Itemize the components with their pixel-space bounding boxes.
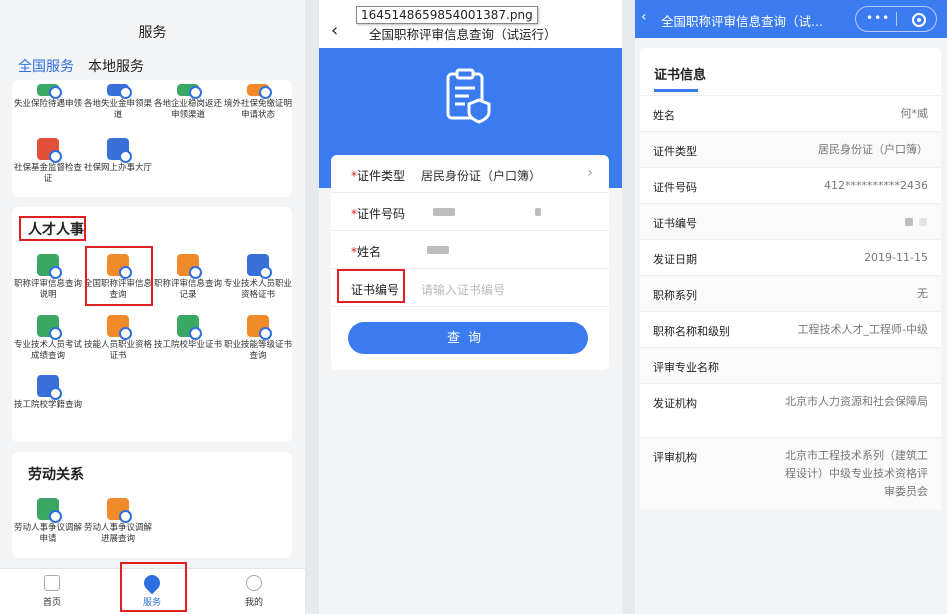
diploma-icon (177, 315, 202, 340)
name-row[interactable]: *姓名 (331, 231, 609, 269)
talent-personnel-card: 人才人事 职称评审信息查询说明 全国职称评审信息查询 职称评审信息查询记录 专业… (12, 207, 292, 442)
grid-item-skill-level-cert[interactable]: 职业技能等级证书查询 (224, 315, 292, 362)
unemployment-icon (37, 84, 62, 99)
grid-item-title-query-guide[interactable]: 职称评审信息查询说明 (14, 254, 82, 301)
tab-certificate-info[interactable]: 证书信息 (654, 64, 706, 83)
page-title: 全国职称评审信息查询（试... (661, 14, 823, 29)
grid-item-unemployment-benefit[interactable]: 失业保险待遇申领 (14, 84, 82, 110)
grid-item-online-hall[interactable]: 社保网上办事大厅 (84, 138, 152, 174)
back-arrow-icon[interactable]: ‹ (331, 20, 338, 41)
redacted-name (427, 246, 449, 254)
enrollment-icon (37, 375, 62, 400)
shield-doc-icon (247, 254, 272, 279)
grid-item-skill-cert[interactable]: 技能人员职业资格证书 (84, 315, 152, 362)
grid-item-school-enrollment[interactable]: 技工院校学籍查询 (14, 375, 82, 411)
social-security-card: 失业保险待遇申领 各地失业金申领渠道 各地企业稳岗返还申领渠道 境外社保免缴证明… (12, 80, 292, 197)
grid-item-fund-supervision[interactable]: 社保基金监督检查证 (14, 138, 82, 185)
query-form: *证件类型 居民身份证（户口簿） › *证件号码 *姓名 证书编号 请输入证书编… (331, 155, 609, 370)
redacted-cert-number (905, 218, 913, 226)
highlight-box-services-nav (120, 562, 187, 612)
exam-icon (37, 315, 62, 340)
filename-tooltip: 1645148659854001387.png (356, 6, 538, 24)
header: ‹ 全国职称评审信息查询（试... ••• (635, 0, 947, 38)
chevron-right-icon: › (587, 165, 593, 181)
grid-item-mediation-progress[interactable]: 劳动人事争议调解进展查询 (84, 498, 152, 545)
more-icon[interactable]: ••• (866, 11, 890, 25)
header: ‹ 全国职称评审信息查询（试运行） 1645148659854001387.pn… (319, 0, 622, 48)
info-row: 评审专业名称 (640, 347, 941, 383)
redacted-id-number-tail (535, 208, 541, 216)
info-row: 姓名 何*威 (640, 95, 941, 131)
certificate-info-card: 证书信息 姓名 何*威 证件类型 居民身份证（户口簿） 证件号码 412****… (640, 48, 941, 510)
person-icon (37, 254, 62, 279)
page-title: 全国职称评审信息查询（试运行） (369, 27, 557, 42)
labor-relations-card: 劳动关系 劳动人事争议调解申请 劳动人事争议调解进展查询 (12, 452, 292, 558)
info-row: 职称名称和级别 工程技术人才_工程师-中级 (640, 311, 941, 347)
redacted-id-number (433, 208, 455, 216)
id-type-label: 证件类型 (357, 169, 406, 183)
info-row: 证件类型 居民身份证（户口簿） (640, 131, 941, 167)
record-icon (177, 254, 202, 279)
grid-item-overseas-exemption[interactable]: 境外社保免缴证明申请状态 (224, 84, 292, 121)
exemption-icon (247, 84, 272, 99)
level-cert-icon (247, 315, 272, 340)
grid-item-technical-school-diploma[interactable]: 技工院校毕业证书 (154, 315, 222, 351)
mini-program-capsule: ••• (855, 6, 937, 32)
highlight-box-national-title-query (85, 246, 153, 306)
query-button[interactable]: 查询 (348, 322, 588, 354)
name-label: 姓名 (357, 245, 382, 259)
tab-national-services[interactable]: 全国服务 (18, 56, 74, 82)
services-screen: 服务 全国服务 本地服务 失业保险待遇申领 各地失业金申领渠道 各地企业稳岗返还… (0, 0, 305, 614)
redacted-cert-number-tail (919, 218, 927, 226)
tab-local-services[interactable]: 本地服务 (88, 56, 144, 82)
highlight-box-talent (19, 216, 86, 241)
info-row: 证书编号 (640, 203, 941, 239)
grid-item-unemployment-channels[interactable]: 各地失业金申领渠道 (84, 84, 152, 121)
clipboard-shield-icon (446, 68, 491, 124)
page-title: 服务 (138, 25, 167, 41)
section-title-labor: 劳动关系 (28, 467, 84, 483)
grid-item-exam-score[interactable]: 专业技术人员考试成绩查询 (14, 315, 82, 362)
grid-item-job-stability[interactable]: 各地企业稳岗返还申领渠道 (154, 84, 222, 121)
id-type-row[interactable]: *证件类型 居民身份证（户口簿） › (331, 155, 609, 193)
online-hall-icon (107, 138, 132, 163)
query-form-screen: ‹ 全国职称评审信息查询（试运行） 1645148659854001387.pn… (319, 0, 622, 614)
grid-item-dispute-mediation[interactable]: 劳动人事争议调解申请 (14, 498, 82, 545)
close-circle-icon[interactable] (912, 13, 926, 27)
nav-mine[interactable]: 我的 (224, 575, 284, 608)
grid-item-professional-cert[interactable]: 专业技术人员职业资格证书 (224, 254, 292, 301)
handshake-icon (37, 498, 62, 523)
id-type-value: 居民身份证（户口簿） (421, 169, 542, 183)
nav-home[interactable]: 首页 (22, 575, 82, 608)
id-number-label: 证件号码 (357, 207, 406, 221)
channels-icon (107, 84, 132, 99)
home-icon (44, 575, 60, 591)
cert-number-input[interactable]: 请输入证书编号 (421, 281, 505, 298)
supervision-icon (37, 138, 62, 163)
info-row: 评审机构 北京市工程技术系列（建筑工程设计）中级专业技术资格评审委员会 (640, 437, 941, 510)
certificate-info-screen: ‹ 全国职称评审信息查询（试... ••• 证书信息 姓名 何*威 证件类型 居… (635, 0, 947, 614)
info-row: 证件号码 412**********2436 (640, 167, 941, 203)
id-card-icon (107, 315, 132, 340)
stability-icon (177, 84, 202, 99)
service-tabs: 全国服务 本地服务 (18, 56, 144, 82)
id-number-row[interactable]: *证件号码 (331, 193, 609, 231)
info-row: 职称系列 无 (640, 275, 941, 311)
back-arrow-icon[interactable]: ‹ (641, 9, 647, 25)
grid-item-title-query-record[interactable]: 职称评审信息查询记录 (154, 254, 222, 301)
tab-underline (654, 89, 698, 92)
user-icon (246, 575, 262, 591)
info-row: 发证日期 2019-11-15 (640, 239, 941, 275)
highlight-box-cert-number (337, 269, 405, 303)
info-row: 发证机构 北京市人力资源和社会保障局 (640, 383, 941, 437)
handshake-progress-icon (107, 498, 132, 523)
